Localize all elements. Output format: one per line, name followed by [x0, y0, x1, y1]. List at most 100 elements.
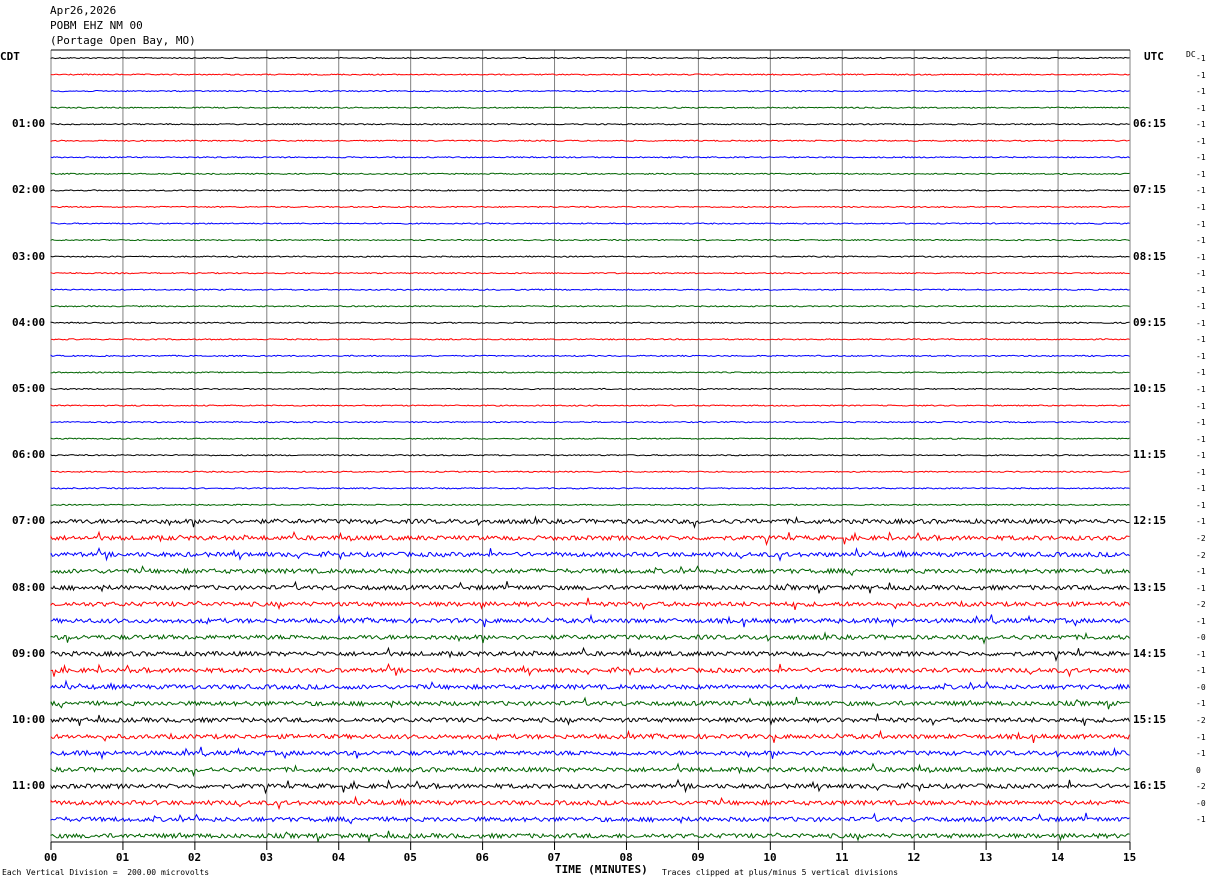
trace-row	[50, 830, 1130, 842]
dc-offset-value: -1	[1196, 302, 1206, 312]
dc-offset-value: -1	[1196, 87, 1206, 97]
dc-offset-value: -1	[1196, 219, 1206, 229]
trace-row	[50, 729, 1130, 744]
dc-offset-value: -1	[1196, 517, 1206, 527]
dc-offset-value: -1	[1196, 351, 1206, 361]
dc-offset-value: -1	[1196, 401, 1206, 411]
trace-row	[50, 546, 1130, 562]
dc-offset-value: -2	[1196, 533, 1206, 543]
x-tick-label: 04	[331, 851, 345, 864]
right-hour-label: 08:15	[1133, 249, 1167, 263]
left-hour-label: 08:00	[12, 580, 46, 594]
trace-row	[50, 812, 1130, 825]
dc-offset-value: -1	[1196, 285, 1206, 295]
dc-offset-value: -1	[1196, 136, 1206, 146]
dc-offset-value: -1	[1196, 153, 1206, 163]
trace-row	[50, 696, 1130, 710]
dc-offset-value: -1	[1196, 583, 1206, 593]
x-tick-label: 05	[403, 851, 417, 864]
dc-offset-value: -2	[1196, 782, 1206, 792]
right-hour-label: 06:15	[1133, 117, 1167, 131]
trace-row	[50, 778, 1130, 795]
x-tick-label: 03	[259, 851, 274, 864]
trace-row	[50, 530, 1130, 547]
trace-row	[50, 515, 1130, 529]
right-hour-label: 10:15	[1133, 382, 1167, 395]
dc-offset-value: -1	[1196, 120, 1206, 130]
trace-row	[50, 453, 1130, 457]
left-hour-label: 03:00	[12, 249, 46, 263]
header-location: (Portage Open Bay, MO)	[50, 34, 196, 47]
trace-row	[50, 746, 1130, 761]
trace-row	[50, 503, 1130, 506]
trace-row	[50, 387, 1130, 391]
dc-offset-value: -1	[1196, 732, 1206, 742]
left-hour-label: 09:00	[12, 646, 46, 660]
dc-offset-value: -0	[1196, 798, 1206, 808]
dc-offset-value: -2	[1196, 716, 1206, 725]
trace-row	[50, 404, 1130, 407]
x-tick-label: 00	[44, 851, 58, 864]
trace-row	[50, 565, 1130, 577]
header-date: Apr26,2026	[50, 4, 117, 17]
right-hour-label: 09:15	[1133, 315, 1167, 329]
left-hour-label: 10:00	[12, 713, 46, 726]
dc-offset-value: -1	[1196, 666, 1206, 676]
trace-row	[50, 597, 1130, 611]
right-hour-label: 14:15	[1133, 646, 1167, 660]
x-tick-label: 02	[187, 851, 202, 864]
trace-row	[50, 580, 1130, 594]
trace-row	[50, 56, 1130, 60]
trace-row	[50, 713, 1130, 727]
dc-offset-value: -1	[1196, 70, 1206, 80]
trace-row	[50, 679, 1130, 691]
dc-offset-value: -1	[1196, 467, 1206, 477]
trace-row	[50, 222, 1130, 225]
trace-row	[50, 631, 1130, 645]
trace-row	[50, 371, 1130, 374]
trace-row	[50, 156, 1130, 159]
dc-offset-value: -1	[1196, 54, 1206, 63]
dc-offset-value: -0	[1196, 633, 1206, 643]
trace-row	[50, 139, 1130, 142]
trace-row	[50, 613, 1130, 628]
left-hour-label: 11:00	[12, 779, 46, 793]
x-axis-title: TIME (MINUTES)	[555, 863, 648, 876]
minute-grid-lines	[50, 49, 1131, 842]
x-tick-label: 09	[691, 851, 705, 864]
left-hour-label: 04:00	[12, 315, 46, 329]
trace-row	[50, 255, 1130, 258]
dc-offset-value: -1	[1196, 749, 1206, 759]
right-hour-label: 15:15	[1133, 713, 1167, 726]
dc-offset-value: -1	[1196, 418, 1206, 428]
x-tick-label: 11	[835, 851, 849, 864]
dc-offset-value: -1	[1196, 318, 1206, 328]
trace-row	[50, 189, 1130, 192]
trace-row	[50, 470, 1130, 473]
dc-offset-value: -1	[1196, 500, 1206, 510]
dc-label: DC	[1186, 50, 1196, 59]
dc-offset-value: -1	[1196, 616, 1206, 626]
trace-row	[50, 795, 1130, 811]
x-tick-label: 12	[907, 851, 921, 864]
trace-row	[50, 106, 1130, 109]
dc-offset-value: -2	[1196, 550, 1206, 560]
header-station: POBM EHZ NM 00	[50, 19, 143, 32]
trace-row	[50, 646, 1130, 663]
dc-offset-value: -1	[1196, 484, 1206, 494]
dc-offset-value: -1	[1196, 649, 1206, 659]
dc-offset-value: -2	[1196, 600, 1206, 610]
trace-row	[50, 321, 1130, 325]
right-hour-label: 07:15	[1133, 183, 1167, 197]
trace-row	[50, 271, 1130, 275]
trace-row	[50, 89, 1130, 93]
trace-row	[50, 73, 1130, 76]
dc-offset-value: -1	[1196, 252, 1206, 262]
scale-note: Each Vertical Division = 200.00 microvol…	[2, 868, 210, 877]
dc-offset-value: -1	[1196, 434, 1206, 444]
x-tick-label: 06	[475, 851, 489, 864]
dc-offset-value: -1	[1196, 335, 1206, 345]
dc-offset-value: -1	[1196, 236, 1206, 246]
left-hour-label: 06:00	[12, 448, 46, 462]
x-tick-label: 01	[115, 851, 130, 864]
